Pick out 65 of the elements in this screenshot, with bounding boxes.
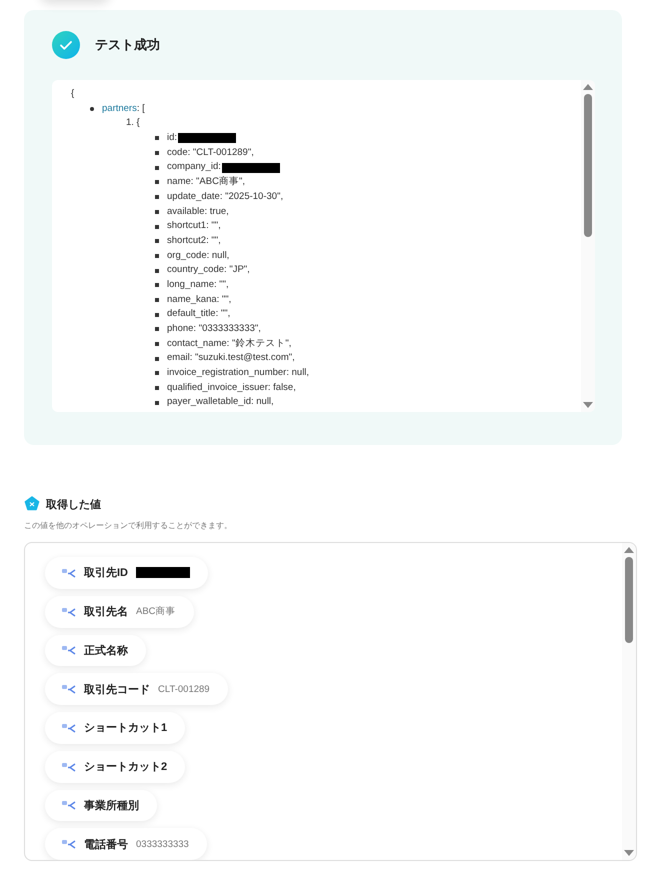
bullet-icon [155, 283, 159, 288]
bullet-icon [155, 342, 159, 346]
branch-icon [62, 762, 76, 772]
json-text: shortcut1: "", [167, 219, 221, 234]
bullet-icon [155, 312, 159, 317]
json-text: org_code: null, [167, 248, 230, 263]
bullet-icon [90, 107, 94, 112]
bullet-icon [155, 356, 159, 361]
json-text: contact_name: "鈴木テスト", [167, 336, 292, 351]
section-description: この値を他のオペレーションで利用することができます。 [24, 520, 233, 531]
json-text: email: "suzuki.test@test.com", [167, 351, 295, 366]
bullet-icon [155, 268, 159, 273]
json-text: { [71, 87, 76, 101]
json-text: shortcut2: "", [167, 234, 221, 248]
result-title: テスト成功 [95, 36, 160, 54]
branch-icon [62, 606, 76, 617]
json-text: country_code: "JP", [167, 263, 250, 278]
scrollbar[interactable] [581, 80, 595, 412]
bullet-icon [155, 151, 159, 156]
value-chip[interactable]: ショートカット2 [45, 750, 186, 782]
bullet-icon [155, 371, 159, 376]
json-text: company_id: [167, 160, 221, 174]
value-chip[interactable]: 正式名称 [45, 634, 146, 666]
bullet-icon [155, 298, 159, 302]
scrollbar[interactable] [622, 543, 636, 860]
json-text: 1. { [125, 116, 141, 130]
json-text: qualified_invoice_issuer: false, [167, 380, 296, 395]
bullet-icon [155, 386, 159, 390]
bullet-icon [155, 327, 159, 332]
bullet-icon [155, 210, 159, 214]
value-chip[interactable]: 取引先名 ABC商事 [45, 596, 194, 628]
value-chip[interactable]: 電話番号 0333333333 [45, 828, 207, 860]
json-text: id: [167, 131, 178, 146]
bullet-icon [155, 136, 159, 140]
bullet-icon [155, 224, 159, 229]
json-text: long_name: "", [167, 278, 229, 292]
json-text: default_title: "", [167, 307, 230, 322]
branch-icon [62, 722, 76, 733]
json-text: payer_walletable_id: null, [167, 395, 274, 410]
branch-icon [62, 568, 76, 578]
json-text: name_kana: "", [167, 292, 232, 307]
bullet-icon [155, 239, 159, 244]
bullet-icon [155, 180, 159, 184]
value-chip[interactable]: 事業所種別 [45, 790, 157, 822]
json-text: name: "ABC商事", [167, 175, 245, 190]
branch-icon [62, 645, 76, 656]
section-title: 取得した値 [46, 498, 101, 512]
json-text: partners: [ [102, 102, 145, 116]
value-chip[interactable]: 取引先コード CLT-001289 [45, 673, 228, 705]
value-chip[interactable]: 取引先ID [45, 557, 208, 589]
json-text: code: "CLT-001289", [167, 146, 254, 160]
bullet-icon [155, 166, 159, 170]
json-text: invoice_registration_number: null, [167, 366, 310, 380]
branch-icon [62, 800, 76, 810]
value-chip[interactable]: ショートカット1 [45, 712, 186, 744]
bullet-icon [155, 195, 159, 200]
json-text: phone: "0333333333", [167, 322, 261, 336]
check-icon [52, 31, 80, 59]
bullet-icon [155, 400, 159, 405]
bullet-icon [155, 254, 159, 258]
pentagon-icon [24, 496, 40, 512]
json-text: update_date: "2025-10-30", [167, 190, 284, 204]
json-text: available: true, [167, 204, 229, 218]
branch-icon [62, 684, 76, 694]
branch-icon [62, 839, 76, 850]
